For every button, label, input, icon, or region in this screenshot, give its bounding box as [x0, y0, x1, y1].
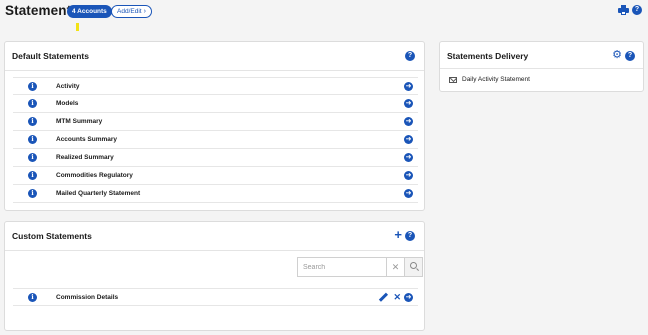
search-input[interactable] — [298, 258, 386, 276]
statement-row[interactable]: i Realized Summary ➜ — [13, 149, 418, 167]
delete-icon[interactable]: ✕ — [393, 293, 401, 302]
statements-delivery-panel: Statements Delivery ⚙ ? Daily Activity S… — [439, 41, 644, 92]
statement-row[interactable]: i Mailed Quarterly Statement ➜ — [13, 185, 418, 203]
arrow-right-icon[interactable]: ➜ — [404, 189, 413, 198]
info-icon[interactable]: i — [28, 135, 37, 144]
info-icon[interactable]: i — [28, 82, 37, 91]
custom-statements-panel: Custom Statements + ? ✕ i Commission Det… — [4, 221, 425, 331]
help-icon[interactable]: ? — [632, 5, 642, 15]
info-icon[interactable]: i — [28, 189, 37, 198]
info-icon[interactable]: i — [28, 99, 37, 108]
statement-label: Commodities Regulatory — [56, 172, 133, 179]
info-icon[interactable]: i — [28, 171, 37, 180]
statement-label: Realized Summary — [56, 154, 114, 161]
statement-row[interactable]: i Accounts Summary ➜ — [13, 131, 418, 149]
statement-row[interactable]: i Models ➜ — [13, 95, 418, 113]
info-icon[interactable]: i — [28, 153, 37, 162]
help-icon[interactable]: ? — [405, 231, 415, 241]
help-icon[interactable]: ? — [625, 51, 635, 61]
edit-icon[interactable] — [378, 293, 387, 302]
arrow-right-icon[interactable]: ➜ — [404, 153, 413, 162]
print-icon[interactable] — [618, 5, 629, 15]
envelope-icon — [449, 76, 457, 83]
default-statements-title: Default Statements — [12, 51, 89, 61]
panel-divider — [5, 250, 424, 251]
info-icon[interactable]: i — [28, 117, 37, 126]
statement-label: Mailed Quarterly Statement — [56, 190, 141, 197]
highlight-marker — [76, 23, 79, 31]
panel-divider — [5, 70, 424, 71]
statement-row[interactable]: i Commission Details ✕ ➜ — [13, 288, 418, 306]
accounts-pill-button[interactable]: 4 Accounts — [67, 5, 112, 18]
chevron-right-icon: › — [143, 8, 146, 15]
arrow-right-icon[interactable]: ➜ — [404, 99, 413, 108]
arrow-right-icon[interactable]: ➜ — [404, 171, 413, 180]
statement-label: Activity — [56, 83, 80, 90]
default-statements-panel: Default Statements ? i Activity ➜ i Mode… — [4, 41, 425, 211]
panel-divider — [440, 68, 643, 69]
add-edit-label: Add/Edit — [117, 8, 142, 15]
delivery-item-label: Daily Activity Statement — [462, 76, 530, 83]
statement-row[interactable]: i Commodities Regulatory ➜ — [13, 167, 418, 185]
header-actions: ? — [618, 5, 642, 15]
arrow-right-icon[interactable]: ➜ — [404, 293, 413, 302]
search-box: ✕ — [297, 257, 423, 277]
statement-label: Models — [56, 100, 79, 107]
statement-label: MTM Summary — [56, 118, 103, 125]
add-edit-button[interactable]: Add/Edit › — [111, 5, 152, 18]
gear-icon[interactable]: ⚙ — [612, 50, 622, 61]
arrow-right-icon[interactable]: ➜ — [404, 135, 413, 144]
custom-statements-title: Custom Statements — [12, 231, 92, 241]
statement-row[interactable]: i MTM Summary ➜ — [13, 113, 418, 131]
add-icon[interactable]: + — [394, 227, 402, 242]
arrow-right-icon[interactable]: ➜ — [404, 82, 413, 91]
statement-row[interactable]: i Activity ➜ — [13, 77, 418, 95]
statement-label: Commission Details — [56, 294, 119, 301]
help-icon[interactable]: ? — [405, 51, 415, 61]
clear-search-icon[interactable]: ✕ — [386, 258, 404, 276]
statement-label: Accounts Summary — [56, 136, 118, 143]
arrow-right-icon[interactable]: ➜ — [404, 117, 413, 126]
info-icon[interactable]: i — [28, 293, 37, 302]
page-header: Statements 4 Accounts Add/Edit › ? — [0, 0, 648, 31]
search-button[interactable] — [404, 258, 422, 276]
statements-delivery-title: Statements Delivery — [447, 51, 529, 61]
delivery-item[interactable]: Daily Activity Statement — [449, 76, 530, 83]
